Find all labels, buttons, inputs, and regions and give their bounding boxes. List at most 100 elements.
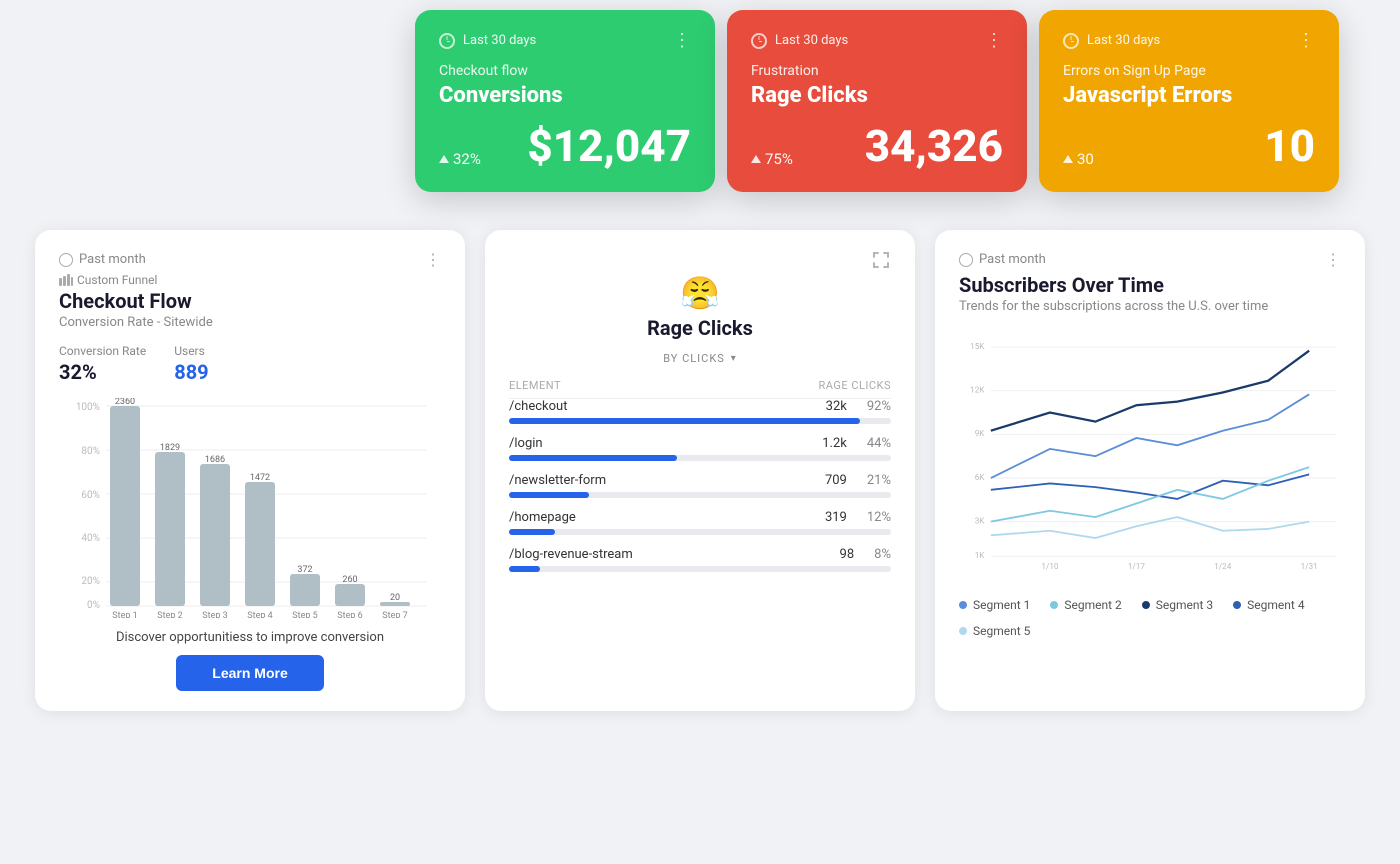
bottom-widgets: Past month ⋮ Custom Funnel Checkout Flow… — [35, 230, 1365, 711]
rage-row-path: /login — [509, 436, 543, 451]
rage-row-path: /newsletter-form — [509, 473, 606, 488]
line-chart-svg: 15K 12K 9K 6K 3K 1K 1/10 1/17 1/24 1/31 — [959, 328, 1341, 588]
funnel-time: Past month — [59, 252, 146, 267]
legend-segment-5: Segment 5 — [959, 624, 1030, 638]
svg-text:1/10: 1/10 — [1041, 561, 1059, 571]
legend-segment-4: Segment 4 — [1233, 598, 1304, 612]
metric-card-header: Last 30 days ⋮ — [1063, 30, 1315, 51]
sub-title: Subscribers Over Time — [959, 273, 1341, 297]
legend-label-4: Segment 4 — [1247, 598, 1304, 612]
rage-row-pct: 21% — [867, 473, 891, 488]
line-chart-area: 15K 12K 9K 6K 3K 1K 1/10 1/17 1/24 1/31 — [959, 328, 1341, 588]
rage-row-info: /newsletter-form 709 21% — [509, 473, 891, 488]
expand-icon[interactable] — [871, 250, 891, 270]
rage-row-info: /checkout 32k 92% — [509, 399, 891, 414]
svg-text:Step 6: Step 6 — [337, 611, 362, 618]
arrow-up-icon — [1063, 155, 1073, 163]
svg-text:2360: 2360 — [115, 398, 135, 407]
metric-values: 30 10 — [1063, 124, 1315, 168]
metric-time-label: Last 30 days — [1087, 33, 1160, 48]
rage-row-count: 32k — [826, 399, 847, 414]
metric-title: Conversions — [439, 83, 691, 108]
rage-filter-dropdown[interactable]: BY CLICKS ▾ — [509, 352, 891, 365]
learn-more-button[interactable]: Learn More — [176, 655, 323, 691]
funnel-subtitle: Conversion Rate - Sitewide — [59, 315, 441, 330]
metric-dots[interactable]: ⋮ — [1297, 30, 1315, 51]
chevron-down-icon: ▾ — [731, 353, 737, 364]
legend-label-5: Segment 5 — [973, 624, 1030, 638]
sub-menu-dots[interactable]: ⋮ — [1325, 250, 1341, 269]
rage-bar-bg — [509, 455, 891, 461]
clock-icon — [439, 33, 455, 49]
legend-label-1: Segment 1 — [973, 598, 1030, 612]
funnel-tag: Custom Funnel — [59, 273, 441, 287]
rage-bar-bg — [509, 529, 891, 535]
rage-row-count: 709 — [825, 473, 847, 488]
clock-icon — [59, 253, 73, 267]
rage-row-pct: 8% — [874, 547, 891, 562]
legend-segment-2: Segment 2 — [1050, 598, 1121, 612]
rage-row-info: /blog-revenue-stream 98 8% — [509, 547, 891, 562]
funnel-cta-text: Discover opportunitiess to improve conve… — [59, 630, 441, 645]
svg-text:6K: 6K — [975, 472, 986, 482]
svg-text:260: 260 — [342, 575, 357, 585]
svg-text:Step 2: Step 2 — [157, 611, 182, 618]
metric-time-label: Last 30 days — [463, 33, 536, 48]
svg-text:Step 1: Step 1 — [112, 611, 137, 618]
rage-row-path: /homepage — [509, 510, 576, 525]
element-col-header: ELEMENT — [509, 379, 561, 392]
rage-row-count: 1.2k — [822, 436, 847, 451]
rage-row-info: /homepage 319 12% — [509, 510, 891, 525]
funnel-menu-dots[interactable]: ⋮ — [425, 250, 441, 269]
metric-subtitle: Frustration — [751, 63, 1003, 79]
rage-widget: 😤 Rage Clicks BY CLICKS ▾ ELEMENT RAGE C… — [485, 230, 915, 711]
metric-dots[interactable]: ⋮ — [985, 30, 1003, 51]
metric-title: Javascript Errors — [1063, 83, 1315, 108]
rage-bar-fill — [509, 566, 540, 572]
rage-row-pct: 92% — [867, 399, 891, 414]
metric-dots[interactable]: ⋮ — [673, 30, 691, 51]
metric-change-value: 75% — [765, 150, 793, 168]
svg-text:1/31: 1/31 — [1301, 561, 1318, 571]
metric-main-value: $12,047 — [527, 124, 691, 168]
rage-bar-bg — [509, 418, 891, 424]
rage-bar-bg — [509, 566, 891, 572]
legend-dot-2 — [1050, 601, 1058, 609]
funnel-time-label: Past month — [79, 252, 146, 267]
svg-text:15K: 15K — [970, 341, 985, 351]
metric-change-value: 30 — [1077, 150, 1094, 168]
rage-rows-container: /checkout 32k 92% /login 1.2k 44% — [509, 399, 891, 584]
rage-row-counts: 32k 92% — [826, 399, 891, 414]
rage-row-pct: 44% — [867, 436, 891, 451]
metric-card-time: Last 30 days — [751, 33, 848, 49]
metric-card-header: Last 30 days ⋮ — [439, 30, 691, 51]
rage-col-header: RAGE CLICKS — [818, 379, 891, 392]
rage-center: 😤 Rage Clicks — [509, 274, 891, 342]
svg-text:0%: 0% — [87, 600, 100, 611]
metric-subtitle: Checkout flow — [439, 63, 691, 79]
rage-row-counts: 709 21% — [825, 473, 891, 488]
rage-row-count: 319 — [825, 510, 847, 525]
funnel-widget-header: Past month ⋮ — [59, 250, 441, 269]
svg-text:20: 20 — [390, 593, 400, 603]
funnel-title: Checkout Flow — [59, 289, 441, 313]
svg-text:Step 4: Step 4 — [247, 611, 272, 618]
rage-row-count: 98 — [840, 547, 855, 562]
clock-icon — [1063, 33, 1079, 49]
metric-title: Rage Clicks — [751, 83, 1003, 108]
funnel-tag-label: Custom Funnel — [77, 273, 157, 287]
rage-table-row: /blog-revenue-stream 98 8% — [509, 547, 891, 572]
chart-legend: Segment 1 Segment 2 Segment 3 Segment 4 … — [959, 598, 1341, 638]
svg-text:3K: 3K — [975, 515, 986, 525]
subscribers-header: Past month ⋮ — [959, 250, 1341, 269]
rage-row-counts: 98 8% — [840, 547, 891, 562]
arrow-up-icon — [439, 155, 449, 163]
svg-text:372: 372 — [297, 565, 312, 575]
sub-subtitle: Trends for the subscriptions across the … — [959, 299, 1341, 314]
conversion-rate-label: Conversion Rate — [59, 344, 146, 358]
metric-time-label: Last 30 days — [775, 33, 848, 48]
conversion-rate-stat: Conversion Rate 32% — [59, 344, 146, 384]
svg-text:1K: 1K — [975, 550, 986, 560]
svg-text:1829: 1829 — [160, 443, 180, 453]
svg-text:12K: 12K — [970, 385, 985, 395]
